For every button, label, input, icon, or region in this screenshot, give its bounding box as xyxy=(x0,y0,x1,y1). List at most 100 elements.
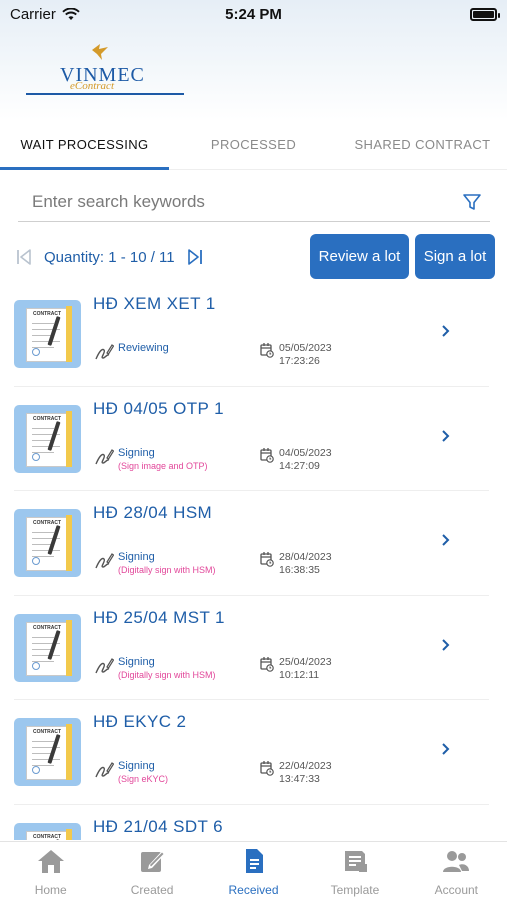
paper-line xyxy=(32,759,60,760)
chevron-right-icon[interactable] xyxy=(441,429,451,448)
review-a-lot-button[interactable]: Review a lot xyxy=(310,234,409,279)
contract-date: 04/05/2023 xyxy=(279,446,332,459)
tab-shared-contract[interactable]: SHARED CONTRACT xyxy=(338,120,507,169)
contract-title: HĐ XEM XET 1 xyxy=(93,294,216,313)
vinmec-logo: VINMEC eContract xyxy=(26,42,184,96)
nav-label: Account xyxy=(434,883,478,897)
contract-title: HĐ 04/05 OTP 1 xyxy=(93,398,224,418)
template-icon xyxy=(340,848,370,877)
contract-status: Signing (Digitally sign with HSM) xyxy=(94,656,216,681)
status-note: (Sign eKYC) xyxy=(118,774,169,784)
search-input[interactable] xyxy=(32,191,432,212)
users-icon xyxy=(441,848,471,877)
chevron-right-icon[interactable] xyxy=(441,742,451,761)
battery-icon xyxy=(470,7,500,21)
stamp-icon xyxy=(32,557,40,565)
chevron-right-icon[interactable] xyxy=(441,638,451,657)
stamp-icon xyxy=(32,661,40,670)
paper-stack xyxy=(66,724,72,780)
first-page-icon[interactable] xyxy=(14,247,34,267)
status-note: (Digitally sign with HSM) xyxy=(118,669,216,680)
contract-datetime: 25/04/2023 10:12:11 xyxy=(260,656,332,682)
contract-row[interactable]: CONTRACT HĐ 28/04 HSM Signing (Digitally si… xyxy=(14,491,489,596)
contract-thumb-label: CONTRACT xyxy=(32,729,62,735)
last-page-icon[interactable] xyxy=(185,247,205,267)
nav-received[interactable]: Received xyxy=(203,842,304,900)
stamp-icon xyxy=(32,452,40,461)
contract-thumb-label: CONTRACT xyxy=(32,833,62,840)
status-text-group: Signing (Sign eKYC) xyxy=(118,760,168,785)
nav-label: Home xyxy=(34,883,67,897)
pagination: Quantity: 1 - 10 / 11 xyxy=(14,234,205,280)
paper-line xyxy=(32,323,54,324)
logo-bird-icon xyxy=(92,44,108,60)
datetime-text-group: 05/05/2023 17:23:26 xyxy=(279,342,332,368)
signature-icon xyxy=(94,656,115,681)
contract-status: Signing (Sign eKYC) xyxy=(94,760,168,785)
logo-sub: eContract xyxy=(70,80,114,92)
contract-datetime: 28/04/2023 16:38:35 xyxy=(260,551,332,577)
contract-datetime: 04/05/2023 14:27:09 xyxy=(260,447,332,473)
nav-label: Created xyxy=(130,883,174,897)
contract-row[interactable]: CONTRACT HĐ XEM XET 1 Reviewing 05/05/2023 1… xyxy=(14,282,489,387)
chevron-right-icon[interactable] xyxy=(441,533,451,552)
paper-line xyxy=(32,445,60,447)
contract-paper: CONTRACT xyxy=(26,830,68,840)
tab-wait-processing[interactable]: WAIT PROCESSING xyxy=(0,120,169,170)
nav-account[interactable]: Account xyxy=(406,842,507,900)
paper-line xyxy=(32,654,60,656)
status-text-group: Signing (Sign image and OTP) xyxy=(118,447,208,472)
nav-home[interactable]: Home xyxy=(0,842,101,900)
contract-thumb-label: CONTRACT xyxy=(32,624,62,631)
tab-processed[interactable]: PROCESSED xyxy=(169,120,338,169)
signature-icon xyxy=(94,447,115,472)
contract-date: 28/04/2023 xyxy=(279,551,332,563)
contract-row[interactable]: CONTRACT HĐ EKYC 2 Signing (Sign eKYC) 22/04… xyxy=(14,700,489,805)
contract-thumbnail: CONTRACT xyxy=(14,613,81,682)
contract-status: Reviewing xyxy=(94,342,169,367)
status-text-group: Signing (Digitally sign with HSM) xyxy=(118,551,216,576)
contract-thumb-label: CONTRACT xyxy=(32,311,62,317)
status-label: Signing xyxy=(118,760,155,772)
paper-stack xyxy=(66,306,72,362)
bottom-nav: Home Created Received Template Account xyxy=(0,841,507,900)
status-label: Reviewing xyxy=(118,342,169,354)
contract-title: HĐ EKYC 2 xyxy=(93,712,187,731)
logo-underline xyxy=(26,93,184,95)
contract-time: 16:38:35 xyxy=(279,564,320,576)
quantity-label: Quantity: 1 - 10 / 11 xyxy=(44,248,175,266)
calendar-clock-icon xyxy=(260,447,274,468)
contract-thumbnail: CONTRACT xyxy=(14,718,81,786)
clock: 5:24 PM xyxy=(225,5,282,23)
status-label: Signing xyxy=(118,551,155,563)
sign-a-lot-button[interactable]: Sign a lot xyxy=(415,234,495,279)
contract-row[interactable]: CONTRACT HĐ 04/05 OTP 1 Signing (Sign image… xyxy=(14,387,489,491)
contract-row[interactable]: CONTRACT HĐ 21/04 SDT 6 xyxy=(14,805,489,840)
nav-created[interactable]: Created xyxy=(101,842,202,900)
paper-stack xyxy=(66,828,72,840)
contract-list: CONTRACT HĐ XEM XET 1 Reviewing 05/05/2023 1… xyxy=(0,282,507,840)
status-text-group: Signing (Digitally sign with HSM) xyxy=(118,656,216,681)
datetime-text-group: 04/05/2023 14:27:09 xyxy=(279,447,332,473)
contract-thumb-label: CONTRACT xyxy=(32,415,62,422)
contract-time: 10:12:11 xyxy=(279,668,320,681)
paper-line xyxy=(32,532,54,533)
contract-title: HĐ 28/04 HSM xyxy=(93,503,213,522)
contract-time: 14:27:09 xyxy=(279,459,320,472)
status-text-group: Reviewing xyxy=(118,342,169,355)
search-bar xyxy=(18,182,490,222)
status-label: Signing xyxy=(118,446,155,459)
contract-date: 22/04/2023 xyxy=(279,760,332,772)
paper-line xyxy=(32,341,60,342)
home-icon xyxy=(36,848,66,877)
status-note: (Digitally sign with HSM) xyxy=(118,565,216,575)
stamp-icon xyxy=(32,766,40,774)
contract-row[interactable]: CONTRACT HĐ 25/04 MST 1 Signing (Digitally … xyxy=(14,596,489,700)
nav-template[interactable]: Template xyxy=(304,842,405,900)
document-icon xyxy=(239,848,269,877)
chevron-right-icon[interactable] xyxy=(441,324,451,343)
contract-thumbnail: CONTRACT xyxy=(14,300,81,368)
filter-icon[interactable] xyxy=(462,192,482,212)
signature-icon xyxy=(94,551,115,576)
paper-line xyxy=(32,550,60,551)
